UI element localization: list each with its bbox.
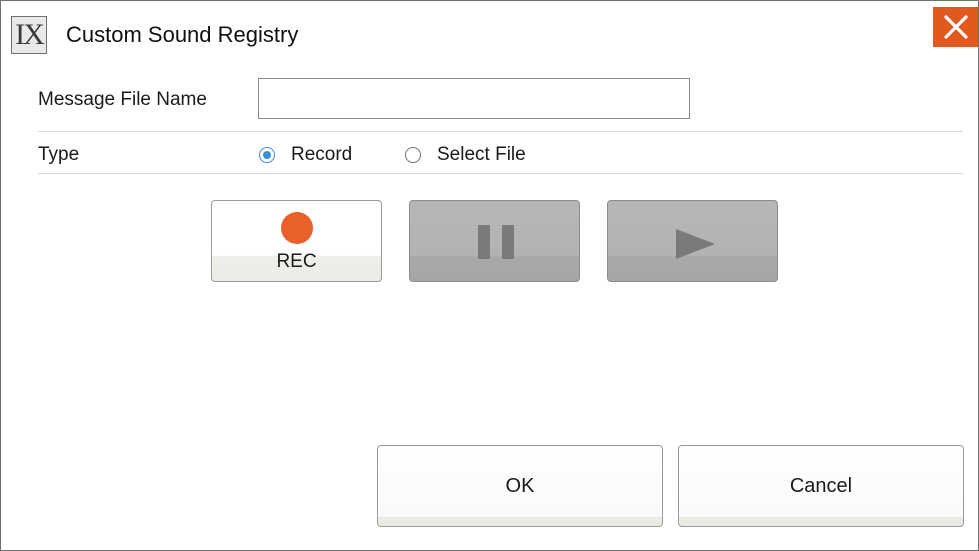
message-file-name-input[interactable] — [258, 78, 690, 119]
rec-label: REC — [276, 251, 317, 272]
record-icon — [281, 212, 313, 244]
pause-button[interactable] — [409, 200, 580, 282]
type-label: Type — [38, 144, 80, 165]
dialog-window: IX Custom Sound Registry Message File Na… — [0, 0, 979, 551]
radio-select-file[interactable]: Select File — [405, 144, 526, 166]
divider — [38, 131, 963, 132]
play-icon — [676, 229, 715, 259]
radio-record[interactable]: Record — [259, 144, 352, 166]
radio-select-file-button[interactable] — [405, 147, 421, 163]
title-bar: IX Custom Sound Registry — [1, 1, 978, 65]
message-file-name-label: Message File Name — [38, 89, 207, 110]
divider — [38, 173, 963, 174]
radio-record-label: Record — [291, 144, 353, 165]
app-logo: IX — [11, 16, 47, 54]
radio-select-file-label: Select File — [437, 144, 526, 165]
close-button[interactable] — [933, 7, 978, 47]
rec-button[interactable]: REC — [211, 200, 382, 282]
ok-button[interactable]: OK — [377, 445, 663, 527]
close-icon — [943, 15, 968, 39]
cancel-button[interactable]: Cancel — [678, 445, 964, 527]
play-button[interactable] — [607, 200, 778, 282]
pause-icon — [478, 225, 514, 259]
window-title: Custom Sound Registry — [66, 22, 299, 47]
radio-record-button[interactable] — [259, 147, 275, 163]
